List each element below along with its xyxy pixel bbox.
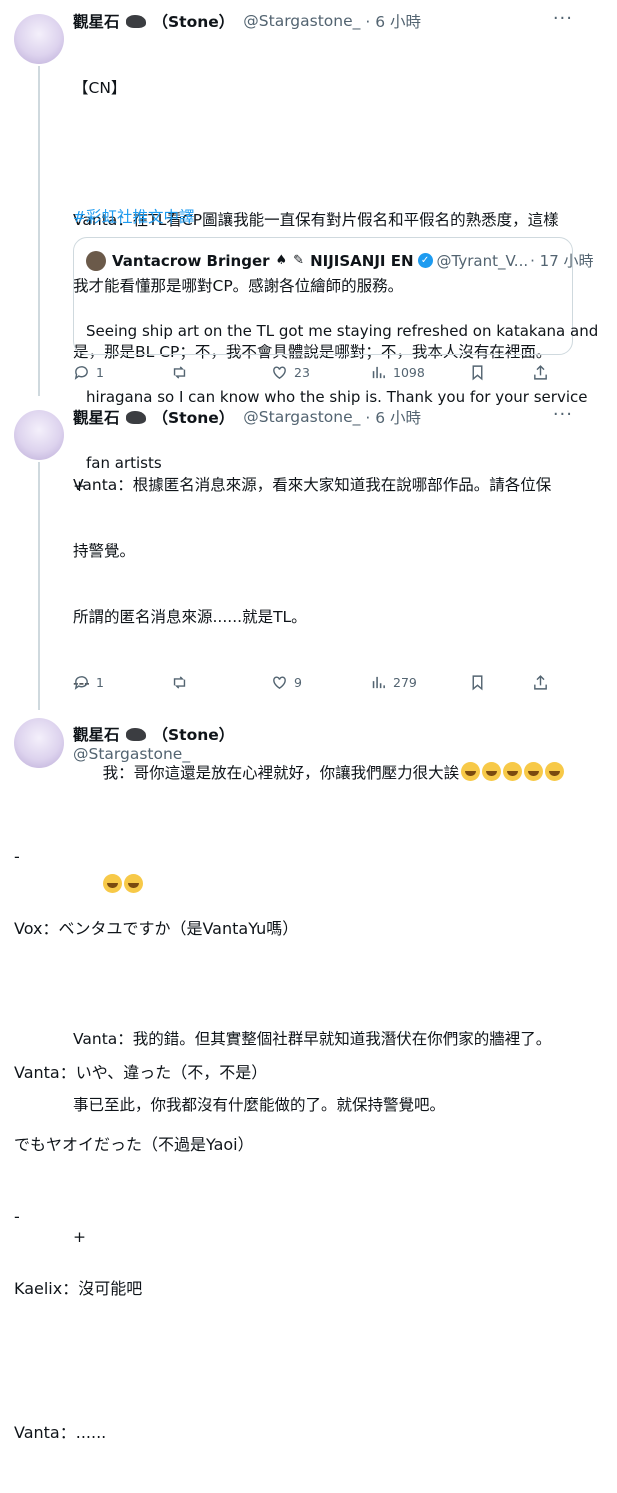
text-line: hiragana so I can know who the ship is. … xyxy=(86,388,588,406)
quote-header: Vantacrow Bringer ♠ ✎ NIJISANJI EN ✓ @Ty… xyxy=(86,250,594,271)
tweet-header: 觀星石 （Stone） @Stargastone_ · 6 小時 xyxy=(73,10,421,32)
user-handle[interactable]: @Stargastone_ xyxy=(243,408,360,426)
text-line: Kaelix：沒可能吧 xyxy=(14,1279,143,1298)
bookmark-button[interactable] xyxy=(469,674,486,691)
views-icon xyxy=(372,366,385,379)
text-line: Vanta：いや、違った（不，不是） xyxy=(14,1063,268,1082)
text-line: Seeing ship art on the TL got me staying… xyxy=(86,322,599,340)
reply-icon xyxy=(74,366,88,380)
tweet-time[interactable]: · 6 小時 xyxy=(365,10,421,32)
quote-time[interactable]: · 17 小時 xyxy=(530,250,593,271)
tweet-actions: 1 9 279 xyxy=(73,674,553,694)
text-line: - xyxy=(14,847,20,866)
text-line: - xyxy=(14,1207,20,1226)
display-name[interactable]: 觀星石 xyxy=(73,406,120,428)
quote-org: NIJISANJI EN xyxy=(310,251,414,270)
display-name-suffix: （Stone） xyxy=(152,13,235,31)
quote-tweet[interactable]: Vantacrow Bringer ♠ ✎ NIJISANJI EN ✓ @Ty… xyxy=(73,237,598,472)
tweet-header: 觀星石 （Stone） xyxy=(73,723,234,745)
sob-emoji-icon xyxy=(524,762,544,781)
more-icon[interactable]: ··· xyxy=(553,404,573,425)
reply-button[interactable]: 1 xyxy=(73,364,104,381)
like-button[interactable]: 23 xyxy=(271,364,310,381)
sob-emoji-icon xyxy=(545,762,565,781)
tweet-header: 觀星石 （Stone） @Stargastone_ · 6 小時 xyxy=(73,406,421,428)
quote-display-name[interactable]: Vantacrow Bringer xyxy=(112,252,270,270)
tweet-text: - Vox：ベンタユですか（是VantaYu嗎） Vanta：いや、違った（不，… xyxy=(14,797,298,1493)
share-icon xyxy=(534,675,547,690)
share-button[interactable] xyxy=(532,674,549,691)
quote-avatar[interactable] xyxy=(86,250,106,271)
text-line: 【CN】 xyxy=(73,79,127,97)
bookmark-icon xyxy=(472,365,483,381)
text-line: 所謂的匿名消息來源......就是TL。 xyxy=(73,608,307,626)
bookmark-icon xyxy=(472,675,483,691)
views-count: 1098 xyxy=(393,365,425,380)
tweet-actions: 1 23 1098 xyxy=(73,364,553,384)
quote-handle[interactable]: @Tyrant_V... xyxy=(437,252,529,270)
display-name[interactable]: 觀星石 xyxy=(73,10,120,32)
like-icon xyxy=(273,366,286,380)
text-line xyxy=(14,1349,298,1373)
text-line xyxy=(73,143,559,165)
text-line: 我：哥你這還是放在心裡就好，你讓我們壓力很大誒 xyxy=(102,764,460,782)
display-name-suffix: （Stone） xyxy=(152,726,235,744)
crow-icon: ♠ xyxy=(275,253,288,268)
rock-emoji-icon xyxy=(125,410,146,424)
views-count: 279 xyxy=(393,675,417,690)
views-button[interactable]: 279 xyxy=(370,674,417,691)
retweet-icon xyxy=(173,676,186,689)
avatar[interactable] xyxy=(14,14,64,64)
text-line xyxy=(14,989,298,1013)
like-button[interactable]: 9 xyxy=(271,674,302,691)
more-icon[interactable]: ··· xyxy=(553,8,573,29)
retweet-button[interactable] xyxy=(171,674,188,691)
text-line: でもヤオイだった（不過是Yaoi） xyxy=(14,1135,254,1154)
text-line: Vanta：根據匿名消息來源，看來大家知道我在說哪部作品。請各位保 xyxy=(73,476,552,494)
avatar[interactable] xyxy=(14,410,64,460)
retweet-icon xyxy=(173,366,186,379)
knife-icon: ✎ xyxy=(293,253,305,268)
retweet-button[interactable] xyxy=(171,364,188,381)
user-handle[interactable]: @Stargastone_ xyxy=(73,745,190,763)
avatar[interactable] xyxy=(14,718,64,768)
share-button[interactable] xyxy=(532,364,549,381)
views-button[interactable]: 1098 xyxy=(370,364,425,381)
rock-emoji-icon xyxy=(125,727,146,741)
reply-count: 1 xyxy=(96,365,104,380)
like-count: 23 xyxy=(294,365,310,380)
hashtag-link[interactable]: #彩虹社推文中譯 xyxy=(73,205,195,227)
thread-line xyxy=(38,66,40,396)
like-icon xyxy=(273,676,286,690)
sob-emoji-icon xyxy=(461,762,481,781)
reply-icon xyxy=(74,676,88,690)
display-name[interactable]: 觀星石 xyxy=(73,723,120,745)
reply-count: 1 xyxy=(96,675,104,690)
sob-emoji-icon xyxy=(482,762,502,781)
share-icon xyxy=(534,365,547,380)
rock-emoji-icon xyxy=(125,14,146,28)
user-handle[interactable]: @Stargastone_ xyxy=(243,12,360,30)
verified-icon: ✓ xyxy=(417,253,433,268)
reply-button[interactable]: 1 xyxy=(73,674,104,691)
like-count: 9 xyxy=(294,675,302,690)
text-line: Vanta：...... xyxy=(14,1423,107,1442)
sob-emoji-icon xyxy=(503,762,523,781)
thread-line xyxy=(38,462,40,710)
tweet-time[interactable]: · 6 小時 xyxy=(365,406,421,428)
bookmark-button[interactable] xyxy=(469,364,486,381)
display-name-suffix: （Stone） xyxy=(152,409,235,427)
text-line: 持警覺。 xyxy=(73,542,136,560)
views-icon xyxy=(372,676,385,689)
text-line: Vox：ベンタユですか（是VantaYu嗎） xyxy=(14,919,299,938)
